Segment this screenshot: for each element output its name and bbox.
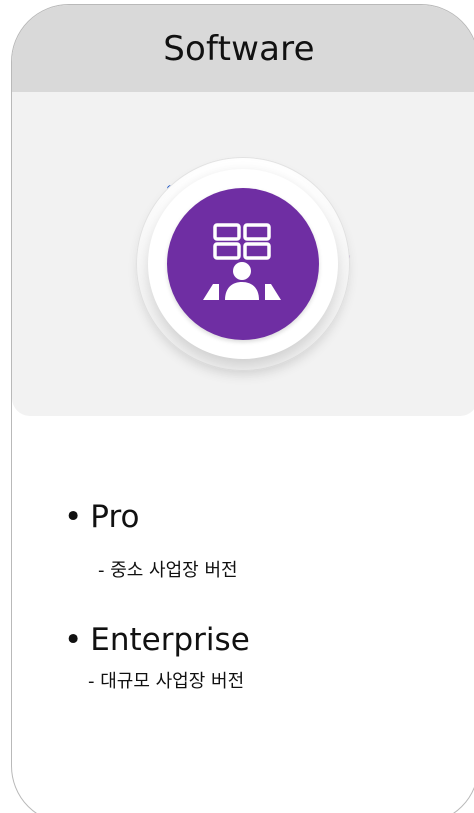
edition-description: - 대규모 사업장 버전 (88, 671, 245, 692)
list-item-pro: • Pro (64, 499, 139, 535)
edition-list: • Pro - 중소 사업장 버전 • Enterprise - 대규모 사업장 버… (12, 5, 474, 813)
edition-label: Pro (90, 499, 140, 535)
bullet: • (64, 499, 83, 535)
software-card: Software • Pro - 중소 사업장 버전 • Enterprise … (11, 4, 474, 813)
list-item-enterprise: • Enterprise (64, 622, 250, 658)
edition-label: Enterprise (90, 622, 250, 658)
bullet: • (64, 622, 83, 658)
edition-description: - 중소 사업장 버전 (98, 560, 238, 581)
